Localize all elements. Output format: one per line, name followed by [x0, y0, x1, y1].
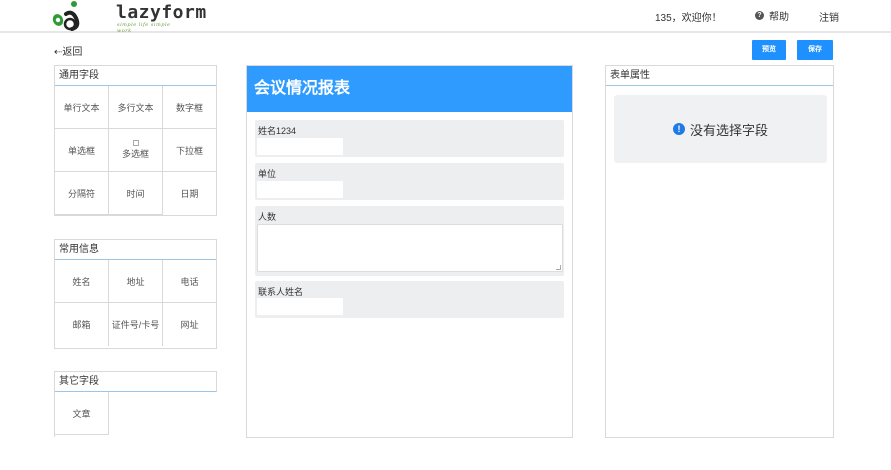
help-label: 帮助 — [769, 12, 789, 23]
palette-title: 常用信息 — [55, 240, 216, 260]
textarea-input[interactable] — [257, 224, 563, 272]
top-header: lazyform simple life simple work 135，欢迎你… — [0, 0, 891, 34]
back-link[interactable]: ⇠返回 — [54, 43, 82, 58]
user-greeting[interactable]: 135，欢迎你！ — [655, 9, 722, 24]
logout-link[interactable]: 注销 — [819, 9, 839, 24]
form-properties-panel: 表单属性 ! 没有选择字段 — [605, 65, 834, 438]
form-field-headcount[interactable]: 人数 — [255, 206, 564, 276]
field-multi-line-text[interactable]: 多行文本 — [109, 86, 163, 129]
field-address[interactable]: 地址 — [109, 260, 163, 303]
field-label: 人数 — [258, 212, 277, 222]
info-icon: ! — [672, 123, 685, 135]
field-checkbox[interactable]: 多选框 — [109, 129, 163, 172]
text-input[interactable] — [257, 138, 343, 155]
preview-button[interactable]: 预览 — [752, 40, 786, 60]
logo[interactable]: lazyform simple life simple work — [46, 0, 206, 34]
logo-tagline: simple life simple work — [117, 22, 171, 34]
form-title[interactable]: 会议情况报表 — [247, 66, 572, 112]
resize-handle-icon[interactable] — [556, 265, 561, 270]
field-single-line-text[interactable]: 单行文本 — [55, 86, 109, 129]
field-email[interactable]: 邮箱 — [55, 303, 109, 346]
other-fields-palette: 其它字段 文章 — [54, 371, 217, 437]
field-name[interactable]: 姓名 — [55, 260, 109, 303]
field-date[interactable]: 日期 — [163, 172, 216, 215]
logo-text: lazyform — [116, 2, 207, 23]
form-field-unit[interactable]: 单位 — [255, 163, 564, 200]
lazyform-logo-icon — [52, 1, 80, 31]
field-url[interactable]: 网址 — [163, 303, 216, 346]
palette-title: 通用字段 — [55, 66, 216, 86]
field-radio[interactable]: 单选框 — [55, 129, 109, 172]
empty-message: 没有选择字段 — [689, 122, 768, 138]
common-info-palette: 常用信息 姓名 地址 电话 邮箱 证件号/卡号 网址 — [54, 239, 217, 349]
field-label: 联系人姓名 — [258, 287, 304, 297]
empty-state: ! 没有选择字段 — [614, 95, 827, 163]
panel-title: 表单属性 — [606, 66, 833, 86]
text-input[interactable] — [257, 298, 343, 315]
help-link[interactable]: ? 帮助 — [755, 8, 789, 23]
checkbox-icon — [132, 140, 139, 146]
field-label: 姓名1234 — [258, 126, 297, 136]
palette-title: 其它字段 — [55, 372, 217, 392]
form-field-name1234[interactable]: 姓名1234 — [255, 120, 564, 157]
field-time[interactable]: 时间 — [109, 172, 163, 215]
question-icon: ? — [755, 11, 764, 20]
field-dropdown[interactable]: 下拉框 — [163, 129, 216, 172]
field-separator[interactable]: 分隔符 — [55, 172, 109, 215]
form-canvas: 会议情况报表 姓名1234 单位 人数 联系人姓名 — [246, 65, 573, 438]
field-number[interactable]: 数字框 — [163, 86, 216, 129]
back-label: 返回 — [62, 47, 83, 58]
field-id-number[interactable]: 证件号/卡号 — [109, 303, 163, 346]
form-field-contact-name[interactable]: 联系人姓名 — [255, 281, 564, 318]
text-input[interactable] — [257, 181, 343, 198]
field-label: 单位 — [258, 169, 277, 179]
save-button[interactable]: 保存 — [797, 40, 833, 60]
field-phone[interactable]: 电话 — [163, 260, 216, 303]
field-article[interactable]: 文章 — [55, 392, 109, 435]
common-fields-palette: 通用字段 单行文本 多行文本 数字框 单选框 多选框 下拉框 分隔符 时间 日期 — [54, 65, 217, 216]
